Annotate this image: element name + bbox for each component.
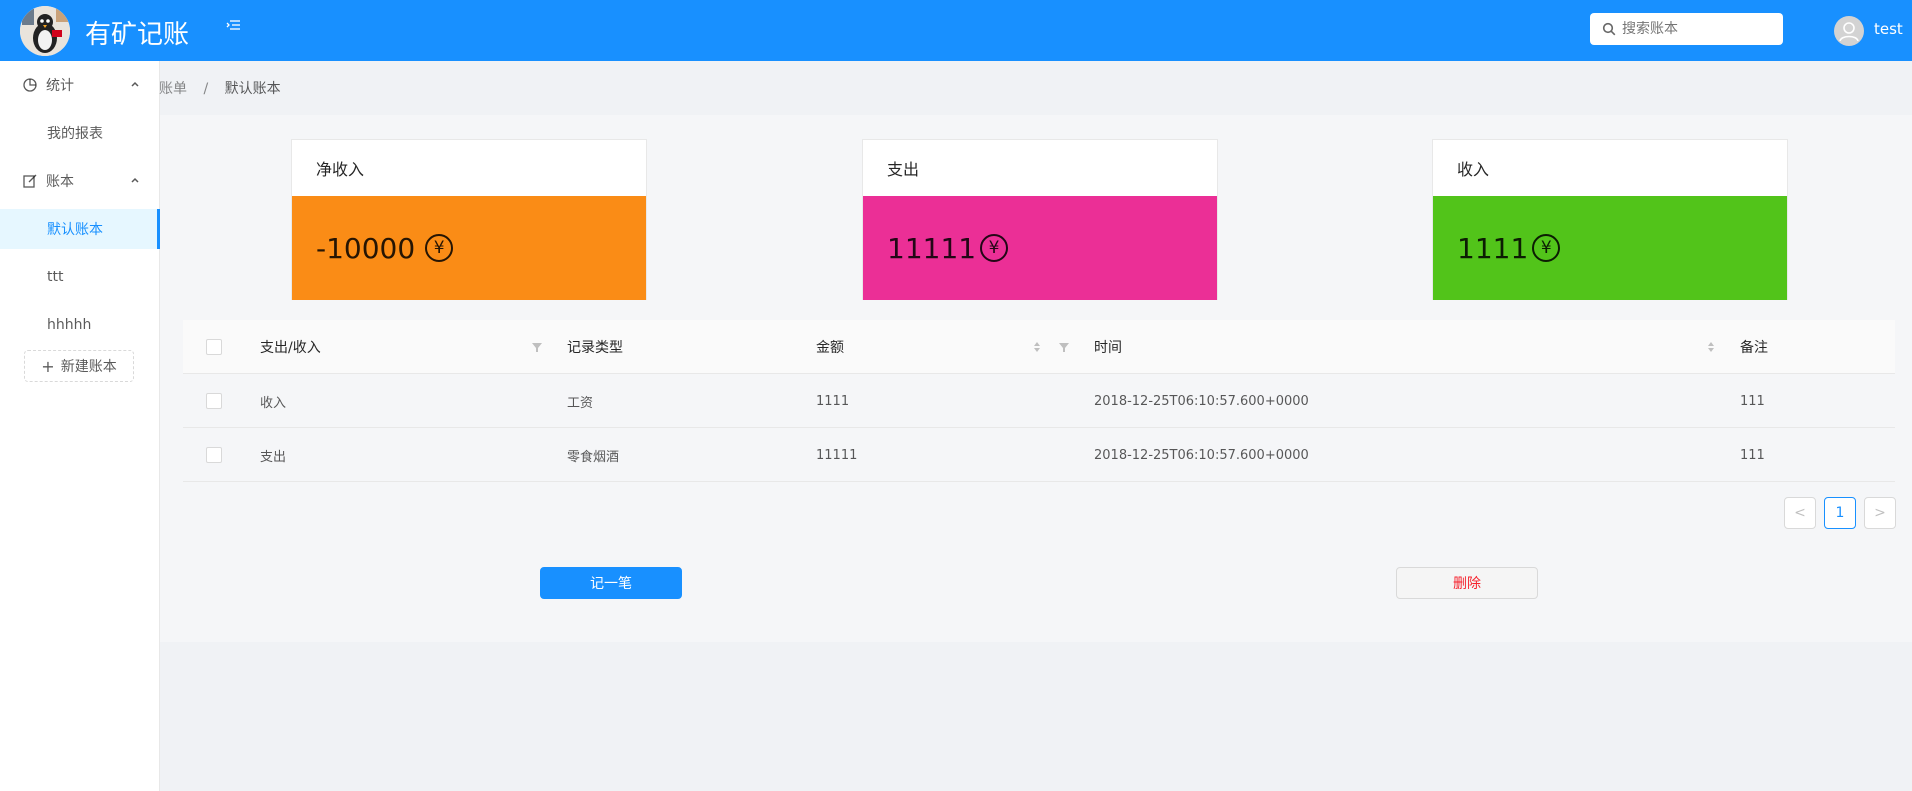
cell-amount: 11111 xyxy=(816,447,858,463)
cell-category: 零食烟酒 xyxy=(567,449,620,465)
stat-card-expense: 支出 11111 ¥ xyxy=(862,139,1218,300)
chevron-up-icon xyxy=(131,81,139,87)
sidebar-item-label: 我的报表 xyxy=(47,126,103,142)
table-header: 支出/收入 记录类型 金额 时间 备注 xyxy=(183,320,1895,374)
stat-card-title: 收入 xyxy=(1457,160,1490,179)
menu-fold-icon[interactable] xyxy=(226,17,246,37)
app-logo[interactable] xyxy=(20,6,70,56)
username[interactable]: test xyxy=(1874,20,1903,38)
select-all-checkbox[interactable] xyxy=(206,339,222,355)
cell-type: 收入 xyxy=(260,395,287,411)
sidebar-item-hhhhh[interactable]: hhhhh xyxy=(0,305,160,345)
pagination-next[interactable]: > xyxy=(1864,497,1896,529)
records-table: 支出/收入 记录类型 金额 时间 备注 收入 工资 1111 2018-12-2… xyxy=(183,320,1895,482)
cell-time: 2018-12-25T06:10:57.600+0000 xyxy=(1094,447,1309,463)
new-book-label: 新建账本 xyxy=(60,359,117,375)
sort-icon[interactable] xyxy=(1706,339,1716,355)
sidebar-group-label: 账本 xyxy=(46,174,74,190)
row-checkbox[interactable] xyxy=(206,393,222,409)
app-brand-title: 有矿记账 xyxy=(85,20,190,50)
yen-icon: ¥ xyxy=(1532,234,1561,262)
breadcrumb: 账单 / 默认账本 xyxy=(159,78,281,98)
table-row[interactable]: 支出 零食烟酒 11111 2018-12-25T06:10:57.600+00… xyxy=(183,428,1895,482)
pagination-prev[interactable]: < xyxy=(1784,497,1816,529)
stat-card-title: 净收入 xyxy=(316,160,365,179)
new-book-button[interactable]: + 新建账本 xyxy=(24,350,134,382)
sidebar-item-ttt[interactable]: ttt xyxy=(0,257,160,297)
yen-icon: ¥ xyxy=(980,234,1009,262)
sidebar-group-statistics[interactable]: 统计 xyxy=(0,61,160,109)
column-header-note: 备注 xyxy=(1740,340,1768,356)
search-icon xyxy=(1602,22,1616,36)
table-row[interactable]: 收入 工资 1111 2018-12-25T06:10:57.600+0000 … xyxy=(183,374,1895,428)
breadcrumb-parent[interactable]: 账单 xyxy=(159,81,187,97)
chevron-up-icon xyxy=(131,177,139,183)
sidebar-group-label: 统计 xyxy=(46,78,74,94)
sidebar-item-label: hhhhh xyxy=(47,317,92,333)
stat-card-value: 1111 xyxy=(1457,231,1529,265)
column-header-type: 支出/收入 xyxy=(260,340,321,356)
stat-card-value: -10000 xyxy=(316,231,416,265)
top-header: 有矿记账 test xyxy=(0,0,1912,61)
column-header-category: 记录类型 xyxy=(567,340,623,356)
stat-card-title: 支出 xyxy=(887,160,920,179)
cell-note: 111 xyxy=(1740,393,1765,409)
sidebar: 统计 我的报表 账本 默认账本 ttt hhhhh + 新建账本 xyxy=(0,61,160,791)
column-header-amount: 金额 xyxy=(816,340,844,356)
search-box[interactable] xyxy=(1590,13,1783,45)
stat-card-net-income: 净收入 -10000 ¥ xyxy=(291,139,647,300)
yen-icon: ¥ xyxy=(425,234,454,262)
row-checkbox[interactable] xyxy=(206,447,222,463)
edit-icon xyxy=(23,174,37,188)
sort-icon[interactable] xyxy=(1032,339,1042,355)
cell-type: 支出 xyxy=(260,449,287,465)
stat-card-income: 收入 1111 ¥ xyxy=(1432,139,1788,300)
sidebar-item-my-report[interactable]: 我的报表 xyxy=(0,113,160,153)
cell-category: 工资 xyxy=(567,395,594,411)
stat-card-value: 11111 xyxy=(887,231,977,265)
breadcrumb-separator: / xyxy=(203,81,209,97)
cell-note: 111 xyxy=(1740,447,1765,463)
stat-card-body: 1111 ¥ xyxy=(1433,196,1787,300)
filter-icon[interactable] xyxy=(1058,341,1070,353)
column-header-time: 时间 xyxy=(1094,340,1122,356)
pie-chart-icon xyxy=(23,78,37,92)
add-record-button[interactable]: 记一笔 xyxy=(540,567,682,599)
search-input[interactable] xyxy=(1622,21,1772,37)
filter-icon[interactable] xyxy=(531,341,543,353)
user-avatar[interactable] xyxy=(1834,16,1864,46)
sidebar-group-books[interactable]: 账本 xyxy=(0,157,160,205)
cell-time: 2018-12-25T06:10:57.600+0000 xyxy=(1094,393,1309,409)
sidebar-item-default-book[interactable]: 默认账本 xyxy=(0,209,160,249)
sidebar-item-label: 默认账本 xyxy=(47,222,103,238)
stat-card-body: -10000 ¥ xyxy=(292,196,646,300)
breadcrumb-current: 默认账本 xyxy=(224,81,281,97)
pagination-page-1[interactable]: 1 xyxy=(1824,497,1856,529)
delete-button[interactable]: 删除 xyxy=(1396,567,1538,599)
sidebar-item-label: ttt xyxy=(47,269,64,285)
stat-card-body: 11111 ¥ xyxy=(863,196,1217,300)
cell-amount: 1111 xyxy=(816,393,850,409)
plus-icon: + xyxy=(41,356,55,376)
